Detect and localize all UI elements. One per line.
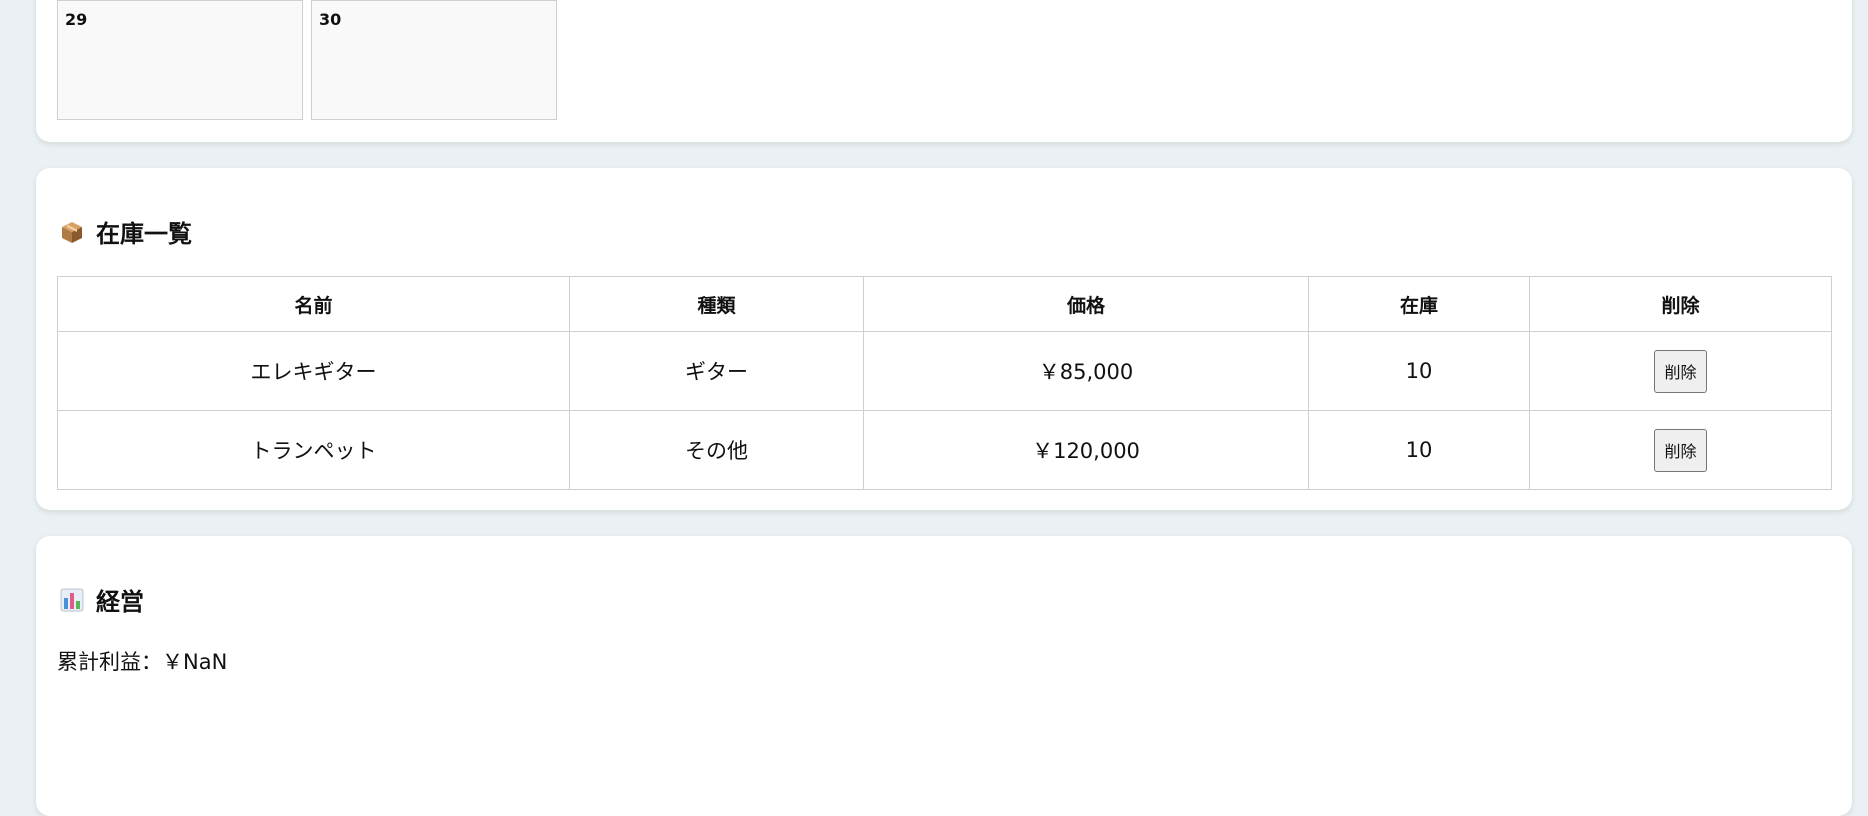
column-header-price: 価格 bbox=[863, 276, 1309, 332]
table-row: トランペット その他 ￥120,000 10 削除 bbox=[57, 410, 1832, 490]
bar-chart-icon bbox=[60, 588, 84, 611]
cell-name: トランペット bbox=[57, 410, 570, 490]
delete-button[interactable]: 削除 bbox=[1654, 428, 1707, 472]
calendar-day-number: 30 bbox=[319, 10, 342, 29]
calendar-card: 29 30 bbox=[36, 0, 1852, 142]
column-header-delete: 削除 bbox=[1529, 276, 1832, 332]
delete-button[interactable]: 削除 bbox=[1654, 349, 1707, 393]
cell-price: ￥85,000 bbox=[863, 331, 1309, 411]
management-title: 経営 bbox=[96, 588, 144, 616]
column-header-type: 種類 bbox=[569, 276, 864, 332]
inventory-card: 在庫一覧 名前 種類 価格 在庫 削除 エレキギター ギター ￥85,000 1 bbox=[36, 168, 1852, 510]
inventory-table: 名前 種類 価格 在庫 削除 エレキギター ギター ￥85,000 10 削除 … bbox=[57, 276, 1832, 490]
cell-delete: 削除 bbox=[1529, 410, 1832, 490]
cumulative-profit-text: 累計利益：￥NaN bbox=[57, 650, 228, 674]
table-row: エレキギター ギター ￥85,000 10 削除 bbox=[57, 331, 1832, 411]
cell-stock: 10 bbox=[1308, 331, 1530, 411]
cell-delete: 削除 bbox=[1529, 331, 1832, 411]
column-header-name: 名前 bbox=[57, 276, 570, 332]
inventory-heading: 在庫一覧 bbox=[60, 214, 192, 249]
package-icon bbox=[62, 221, 82, 243]
calendar-day-cell[interactable]: 29 bbox=[57, 0, 303, 120]
cell-stock: 10 bbox=[1308, 410, 1530, 490]
management-heading: 経営 bbox=[60, 582, 144, 617]
inventory-title: 在庫一覧 bbox=[96, 220, 192, 248]
cell-type: その他 bbox=[569, 410, 864, 490]
column-header-stock: 在庫 bbox=[1308, 276, 1530, 332]
calendar-day-number: 29 bbox=[65, 10, 88, 29]
cell-price: ￥120,000 bbox=[863, 410, 1309, 490]
calendar-day-cell[interactable]: 30 bbox=[311, 0, 557, 120]
table-header-row: 名前 種類 価格 在庫 削除 bbox=[57, 276, 1832, 332]
cell-type: ギター bbox=[569, 331, 864, 411]
cell-name: エレキギター bbox=[57, 331, 570, 411]
management-card: 経営 累計利益：￥NaN bbox=[36, 536, 1852, 816]
